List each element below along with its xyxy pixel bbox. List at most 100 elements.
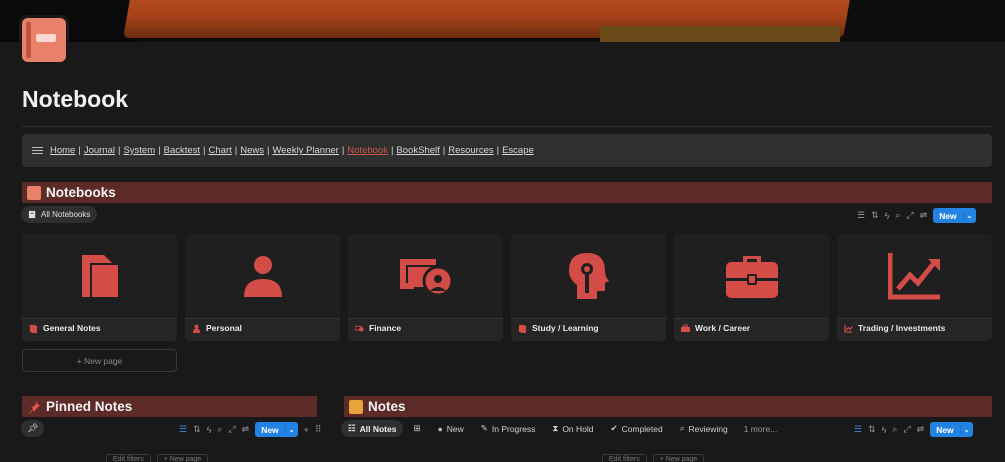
settings-icon[interactable]: ⇌: [917, 424, 925, 435]
notebook-card[interactable]: General Notes: [22, 234, 177, 341]
notebook-card-title: Work / Career: [695, 323, 751, 333]
automation-icon[interactable]: ϟ: [882, 425, 887, 435]
tab-all-notes[interactable]: ☷ All Notes: [341, 420, 404, 437]
more-views-button[interactable]: 1 more...: [738, 424, 784, 434]
sort-icon[interactable]: ⇅: [193, 424, 201, 435]
list-icon: ☷: [348, 423, 356, 433]
settings-icon[interactable]: ⇌: [242, 424, 250, 435]
filter-icon[interactable]: ☰: [854, 424, 862, 435]
notebooks-header: Notebooks: [22, 182, 992, 203]
edit-filters-button[interactable]: Edit filters: [106, 454, 151, 462]
nav-link-news[interactable]: News: [240, 145, 264, 156]
notebook-card-title: Trading / Investments: [858, 323, 946, 333]
expand-icon[interactable]: ⤢: [903, 424, 910, 435]
notes-heading-icon: [349, 399, 363, 414]
circle-icon: ●: [437, 423, 443, 434]
notebook-label: [36, 34, 56, 42]
navigation-callout: Home | Journal | System | Backtest | Chart | News |…: [22, 134, 992, 167]
settings-icon[interactable]: ⇌: [920, 210, 928, 221]
search-icon[interactable]: ⌕: [895, 210, 900, 221]
nav-link-weekly-planner[interactable]: Weekly Planner: [272, 145, 338, 156]
check-circle-icon: ✔: [610, 423, 618, 433]
sort-icon[interactable]: ⇅: [868, 424, 876, 435]
nav-separator: |: [496, 145, 500, 156]
cover-shadow: [0, 0, 140, 42]
nav-link-journal[interactable]: Journal: [84, 145, 115, 156]
pushpin-icon: [29, 400, 40, 414]
new-page-button[interactable]: + New page: [652, 454, 705, 462]
tab-on-hold[interactable]: ⧗ On Hold: [545, 420, 600, 437]
briefcase-mini-icon: [681, 323, 690, 332]
tab-reviewing[interactable]: ⌕ Reviewing: [673, 420, 735, 437]
notebook-card[interactable]: Trading / Investments: [837, 234, 992, 341]
notebook-icon: [27, 185, 41, 200]
tab-pinned-view[interactable]: 📌︎: [21, 420, 45, 437]
nav-link-notebook[interactable]: Notebook: [347, 145, 388, 156]
sort-icon[interactable]: ⇅: [871, 210, 879, 221]
chart-icon: [887, 253, 940, 300]
nav-separator: |: [390, 145, 394, 156]
nav-link-chart[interactable]: Chart: [209, 145, 232, 156]
automation-icon[interactable]: ϟ: [885, 211, 890, 221]
nav-link-system[interactable]: System: [123, 145, 155, 156]
nav-link-escape[interactable]: Escape: [502, 145, 534, 156]
nav-links: Home | Journal | System | Backtest | Chart | News |…: [50, 145, 534, 156]
search-icon[interactable]: ⌕: [892, 424, 897, 435]
pinned-footer: Edit filters + New page: [106, 454, 209, 462]
notes-heading: Notes: [368, 399, 406, 414]
nav-separator: |: [266, 145, 270, 156]
cover-book-bottom: [600, 26, 840, 42]
nav-link-resources[interactable]: Resources: [448, 145, 493, 156]
pinned-notes-header: Pinned Notes: [22, 396, 317, 417]
nav-separator: |: [117, 145, 121, 156]
nav-separator: |: [158, 145, 161, 156]
money-mini-icon: [355, 325, 364, 331]
notebooks-new-page[interactable]: + New page: [22, 349, 177, 372]
nav-separator: |: [442, 145, 446, 156]
notebook-card-title: General Notes: [43, 323, 101, 333]
tab-grid-view[interactable]: ⊞: [406, 420, 427, 437]
nav-separator: |: [341, 145, 345, 156]
drag-handle-icon[interactable]: ⠿: [315, 424, 322, 435]
notebooks-gallery: General Notes Personal Finance Study / L…: [22, 234, 992, 341]
notebook-card[interactable]: Personal: [185, 234, 340, 341]
notebook-spine: [26, 22, 31, 58]
tab-in-progress[interactable]: ✎ In Progress: [474, 420, 543, 437]
page-cover-image: [0, 0, 1005, 42]
grid-icon: ⊞: [413, 423, 421, 433]
filter-icon[interactable]: ☰: [857, 210, 865, 221]
nav-link-bookshelf[interactable]: BookShelf: [396, 145, 439, 156]
notebook-card[interactable]: Study / Learning: [511, 234, 666, 341]
nav-link-home[interactable]: Home: [50, 145, 75, 156]
expand-icon[interactable]: ⤢: [228, 424, 235, 435]
tab-new[interactable]: ● New: [431, 420, 471, 437]
tab-all-notebooks[interactable]: All Notebooks: [21, 206, 98, 223]
nav-link-backtest[interactable]: Backtest: [164, 145, 200, 156]
pinned-new-button[interactable]: New ⌄: [255, 422, 298, 437]
notes-new-button[interactable]: New ⌄: [930, 422, 973, 437]
title-divider: [22, 126, 992, 127]
tab-completed[interactable]: ✔ Completed: [604, 420, 670, 437]
pencil-icon: ✎: [480, 423, 488, 433]
expand-icon[interactable]: ⤢: [906, 210, 913, 221]
filter-icon[interactable]: ☰: [179, 424, 187, 435]
notebooks-new-button[interactable]: New ⌄: [933, 208, 976, 223]
chevron-down-icon[interactable]: ⌄: [959, 425, 973, 434]
page-notebook-icon[interactable]: [22, 18, 66, 62]
notebook-card[interactable]: Work / Career: [674, 234, 829, 341]
briefcase-icon: [725, 256, 778, 298]
pinned-toolbar: ☰ ⇅ ϟ ⌕ ⤢ ⇌ New ⌄ + ⠿: [179, 422, 321, 437]
add-icon[interactable]: +: [304, 425, 309, 435]
notes-footer: Edit filters + New page: [602, 454, 705, 462]
search-icon: ⌕: [679, 423, 685, 433]
person-icon: [243, 256, 282, 297]
chevron-down-icon[interactable]: ⌄: [962, 211, 976, 220]
chevron-down-icon[interactable]: ⌄: [284, 425, 298, 434]
automation-icon[interactable]: ϟ: [207, 425, 212, 435]
new-page-button[interactable]: + New page: [156, 454, 209, 462]
edit-filters-button[interactable]: Edit filters: [602, 454, 647, 462]
search-icon[interactable]: ⌕: [217, 424, 222, 435]
notebook-view-icon: [28, 210, 36, 219]
notebook-card-title: Finance: [369, 323, 402, 333]
notebook-card[interactable]: Finance: [348, 234, 503, 341]
